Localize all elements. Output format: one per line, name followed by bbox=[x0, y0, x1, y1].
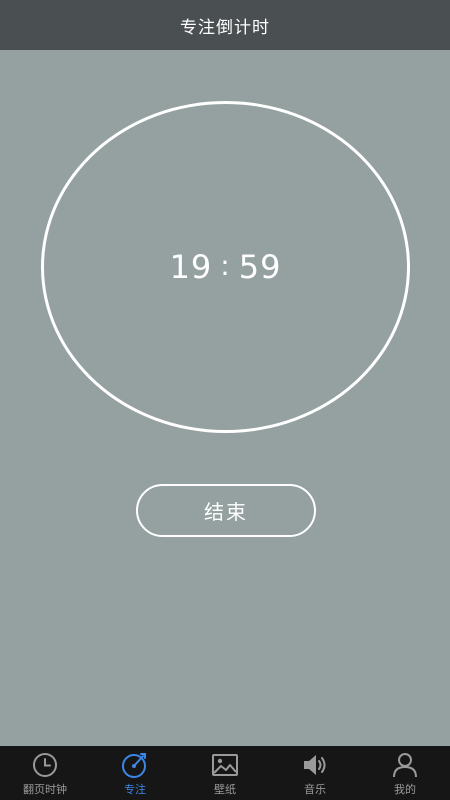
page-header: 专注倒计时 bbox=[0, 0, 450, 50]
timer-minutes: 19 bbox=[169, 248, 213, 286]
timer-separator: : bbox=[220, 248, 231, 282]
tab-label-profile: 我的 bbox=[394, 783, 416, 796]
main-content: 19 : 59 结束 bbox=[0, 50, 450, 746]
tab-profile[interactable]: 我的 bbox=[360, 746, 450, 800]
user-icon bbox=[391, 751, 419, 779]
tab-label-focus: 专注 bbox=[124, 783, 146, 796]
bottom-tab-bar: 翻页时钟 专注 壁纸 音乐 我的 bbox=[0, 746, 450, 800]
countdown-display: 19 : 59 bbox=[170, 248, 282, 286]
page-title: 专注倒计时 bbox=[180, 17, 270, 38]
timer-seconds: 59 bbox=[238, 248, 282, 286]
end-button-label: 结束 bbox=[204, 500, 248, 524]
tab-label-flip-clock: 翻页时钟 bbox=[23, 783, 67, 796]
tab-wallpaper[interactable]: 壁纸 bbox=[180, 746, 270, 800]
tab-flip-clock[interactable]: 翻页时钟 bbox=[0, 746, 90, 800]
focus-icon bbox=[121, 751, 149, 779]
tab-label-wallpaper: 壁纸 bbox=[214, 783, 236, 796]
timer-ring: 19 : 59 bbox=[41, 101, 410, 433]
tab-focus[interactable]: 专注 bbox=[90, 746, 180, 800]
tab-music[interactable]: 音乐 bbox=[270, 746, 360, 800]
clock-icon bbox=[31, 751, 59, 779]
tab-label-music: 音乐 bbox=[304, 783, 326, 796]
speaker-icon bbox=[301, 751, 329, 779]
image-icon bbox=[211, 751, 239, 779]
end-button[interactable]: 结束 bbox=[136, 484, 316, 537]
